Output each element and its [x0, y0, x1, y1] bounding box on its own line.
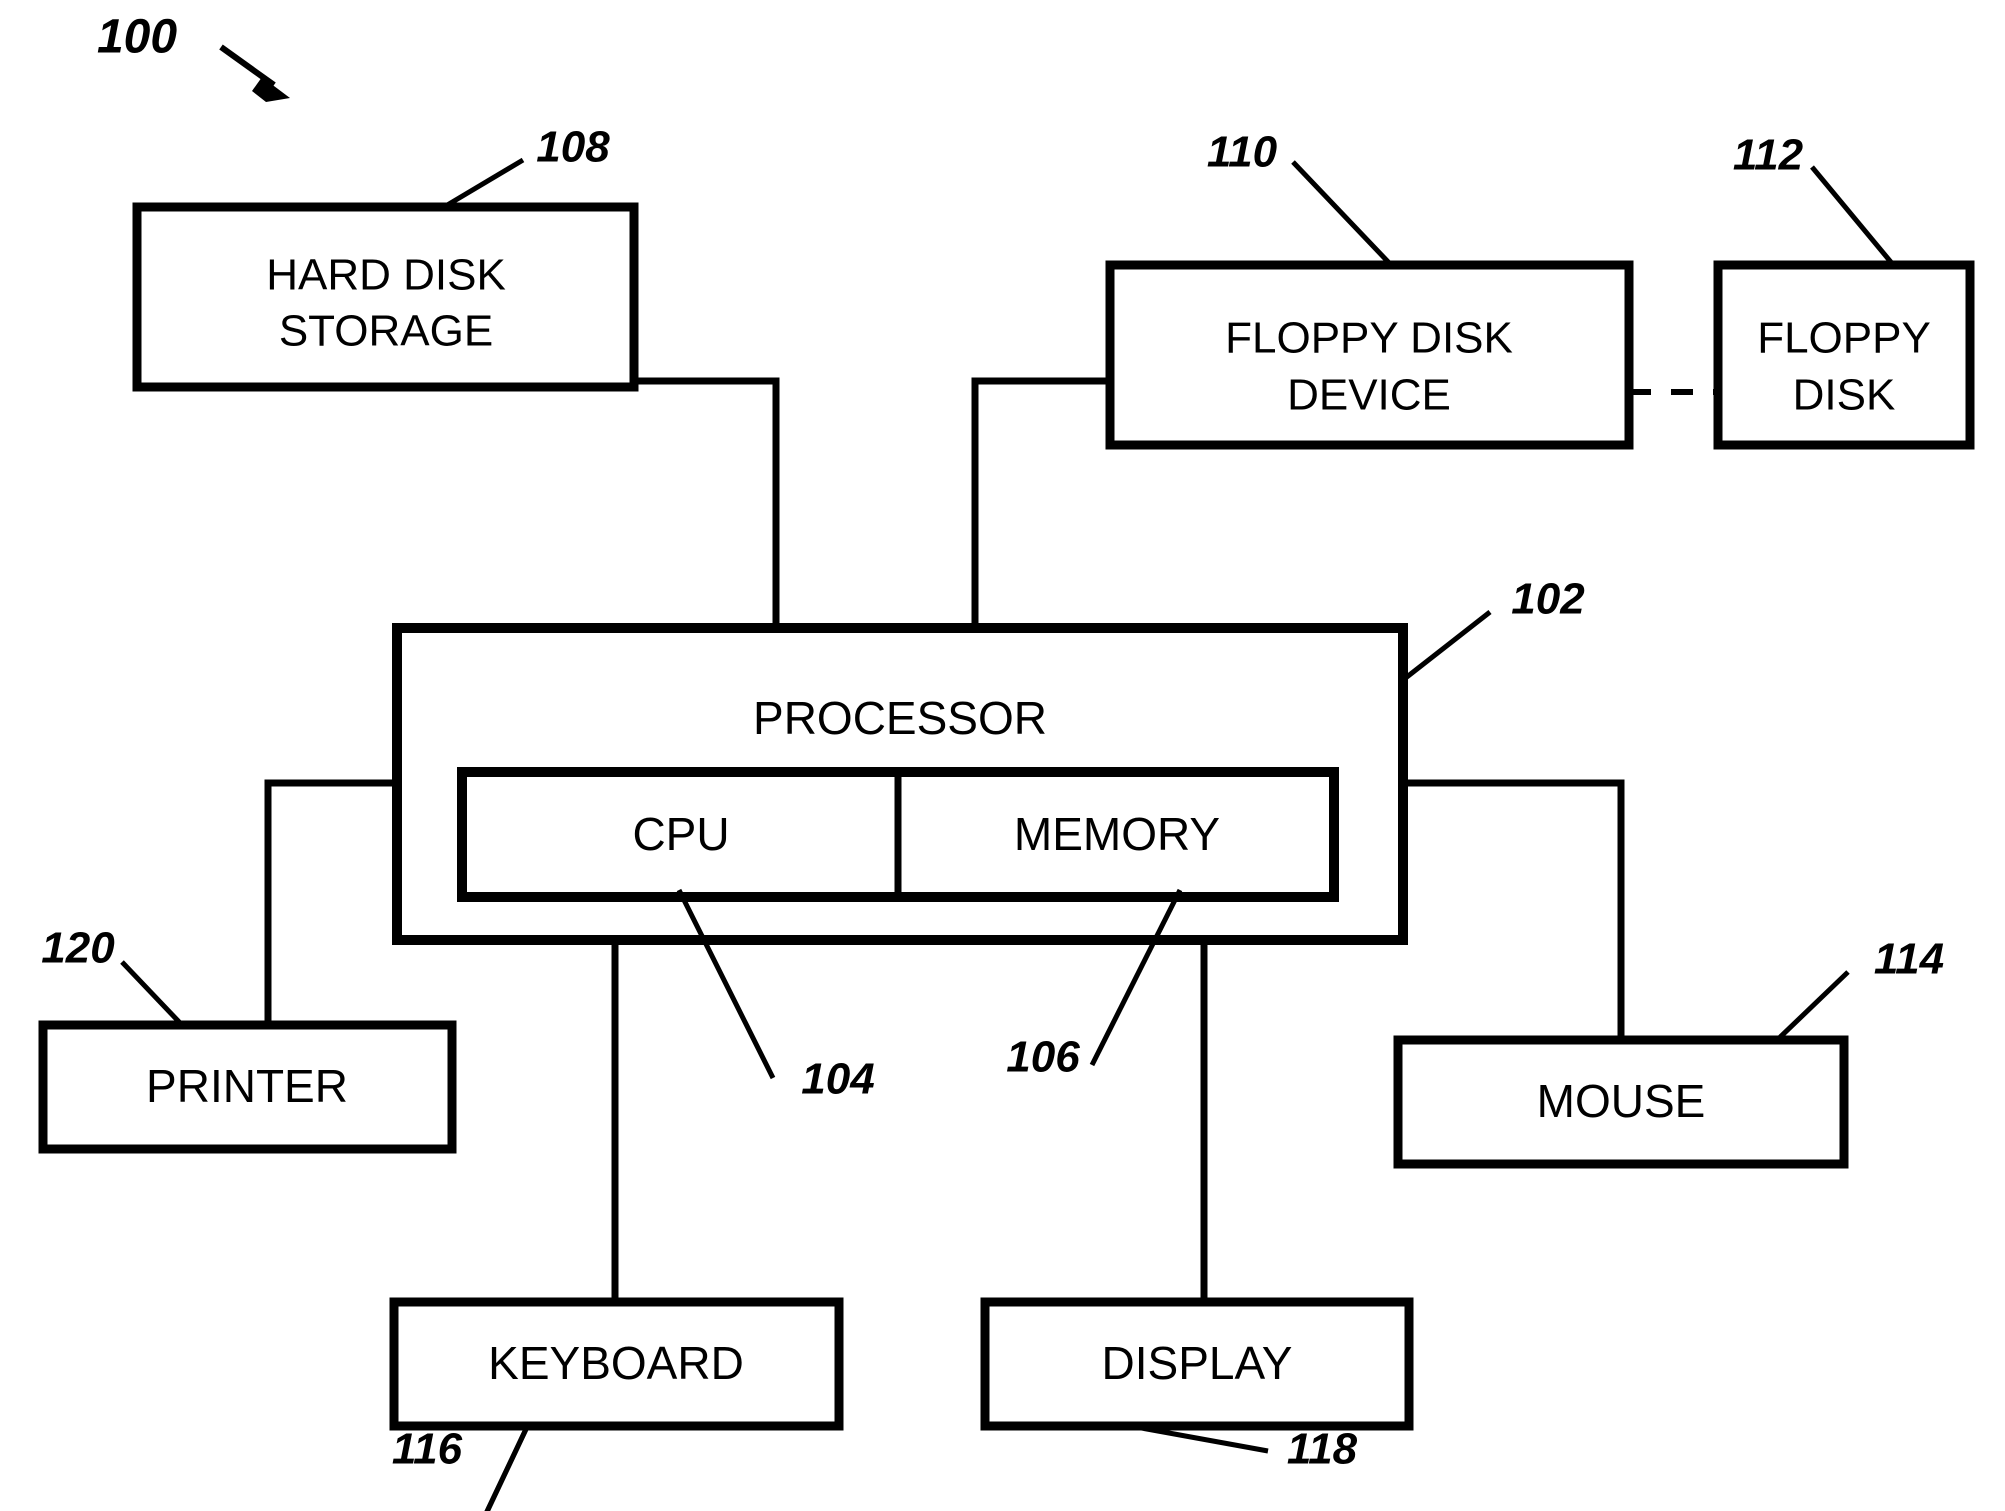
ref-label-100: 100	[97, 11, 177, 64]
ref-label-102: 102	[1511, 575, 1585, 624]
ref-leader-120	[120, 960, 184, 1027]
block-memory[interactable]: MEMORY	[1014, 808, 1220, 860]
floppy-disk-label-line1: FLOPPY	[1757, 314, 1931, 363]
ref-leader-112	[1810, 165, 1897, 269]
connector-processor-printer	[264, 779, 397, 1025]
ref-leader-102	[1401, 610, 1492, 682]
block-floppy-disk-device[interactable]: FLOPPY DISK DEVICE	[1105, 260, 1634, 450]
display-label: DISPLAY	[1102, 1337, 1293, 1389]
ref-label-116: 116	[392, 1425, 463, 1474]
ref-leader-110	[1291, 160, 1395, 269]
ref-leader-114	[1773, 970, 1850, 1044]
ref-leader-108	[442, 157, 525, 210]
ref-label-106: 106	[1006, 1033, 1080, 1082]
block-display[interactable]: DISPLAY	[980, 1297, 1414, 1431]
mouse-label: MOUSE	[1537, 1075, 1706, 1127]
block-hard-disk-storage[interactable]: HARD DISK STORAGE	[132, 202, 639, 392]
connector-floppydevice-processor	[971, 377, 1110, 628]
ref-label-108: 108	[536, 123, 610, 172]
processor-label: PROCESSOR	[753, 692, 1047, 744]
block-printer[interactable]: PRINTER	[38, 1020, 457, 1154]
system-arrow-icon	[219, 44, 290, 102]
connector-processor-mouse	[1403, 779, 1625, 1042]
block-keyboard[interactable]: KEYBOARD	[389, 1297, 844, 1431]
block-floppy-disk[interactable]: FLOPPY DISK	[1713, 260, 1975, 450]
ref-leader-118	[1135, 1424, 1269, 1454]
ref-label-112: 112	[1733, 131, 1804, 180]
ref-label-120: 120	[41, 924, 115, 973]
cpu-label: CPU	[632, 808, 729, 860]
floppy-disk-device-label-line1: FLOPPY DISK	[1225, 314, 1513, 363]
ref-label-114: 114	[1874, 935, 1944, 984]
block-diagram-svg: HARD DISK STORAGE 108 FLOPPY DISK DEVICE…	[38, 11, 1975, 1511]
block-mouse[interactable]: MOUSE	[1393, 1035, 1849, 1169]
ref-label-110: 110	[1207, 128, 1278, 177]
figure-canvas: HARD DISK STORAGE 108 FLOPPY DISK DEVICE…	[0, 0, 2005, 1511]
ref-label-118: 118	[1287, 1425, 1358, 1474]
ref-leader-116	[484, 1425, 530, 1511]
hard-disk-storage-label-line2: STORAGE	[279, 307, 493, 356]
floppy-disk-label-line2: DISK	[1793, 371, 1896, 420]
block-cpu[interactable]: CPU	[632, 808, 729, 860]
printer-label: PRINTER	[146, 1060, 348, 1112]
hard-disk-storage-label-line1: HARD DISK	[266, 251, 506, 300]
connector-harddisk-processor	[634, 377, 780, 628]
keyboard-label: KEYBOARD	[488, 1337, 744, 1389]
floppy-disk-device-label-line2: DEVICE	[1287, 371, 1451, 420]
ref-label-104: 104	[801, 1055, 874, 1104]
memory-label: MEMORY	[1014, 808, 1220, 860]
